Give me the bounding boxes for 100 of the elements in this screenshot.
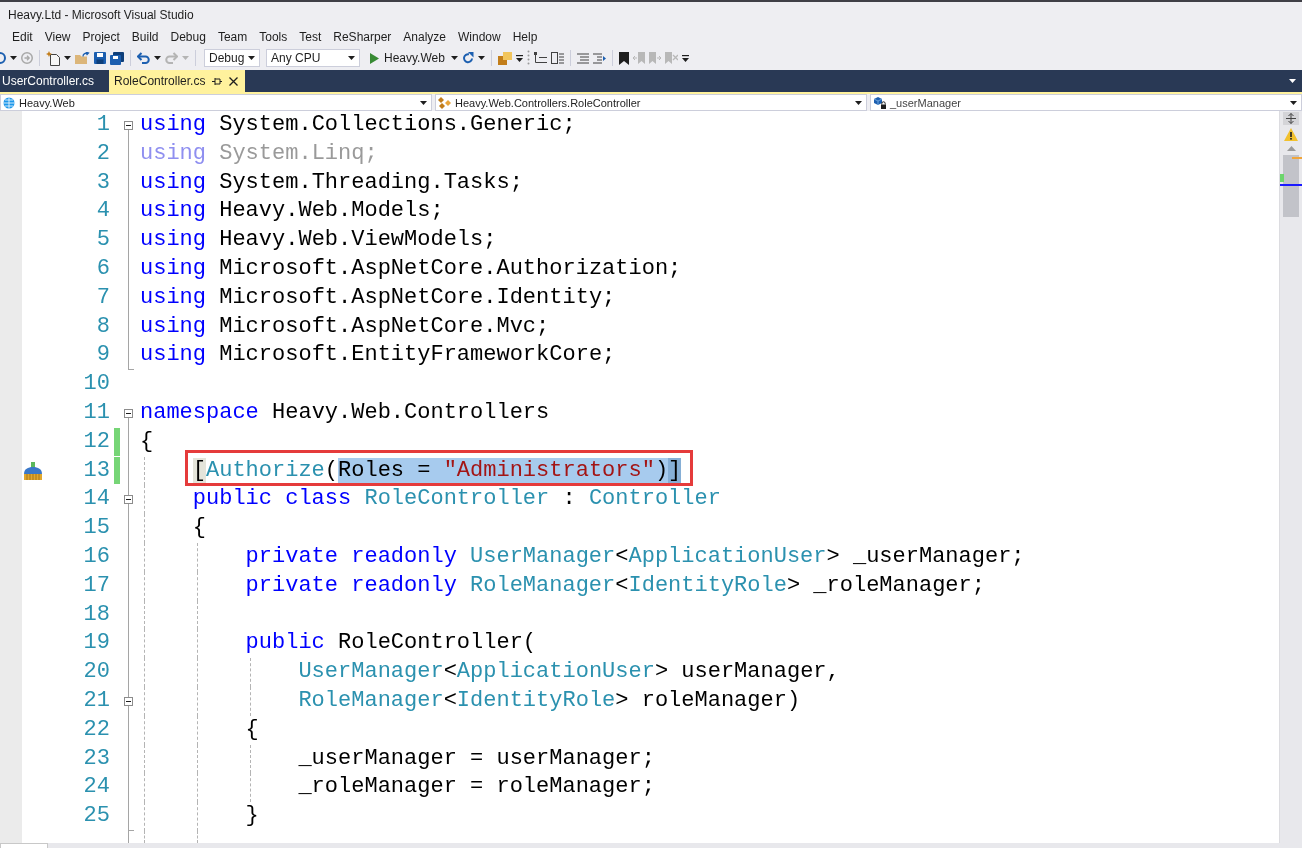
split-handle-icon[interactable]: [1283, 112, 1299, 125]
member-dropdown[interactable]: _userManager: [870, 94, 1302, 111]
code-line: using Heavy.Web.ViewModels;: [140, 226, 497, 255]
start-button[interactable]: Heavy.Web: [368, 48, 447, 68]
code-line: using System.Linq;: [140, 139, 378, 168]
caret-icon[interactable]: [450, 56, 458, 60]
line-number: 19: [83, 629, 110, 658]
code-line: using Microsoft.AspNetCore.Authorization;: [140, 255, 682, 283]
code-line: using System.Collections.Generic;: [140, 111, 576, 139]
line-number: 5: [96, 226, 110, 255]
grip-icon[interactable]: [526, 50, 530, 66]
warning-icon[interactable]: [1284, 128, 1298, 141]
menu-item[interactable]: Build: [125, 28, 165, 46]
menu-item[interactable]: Team: [211, 28, 254, 46]
configuration-dropdown[interactable]: Debug: [204, 49, 260, 67]
caret-icon[interactable]: [154, 56, 161, 60]
code-line: _roleManager = roleManager;: [298, 773, 655, 802]
code-line: namespace Heavy.Web.Controllers: [140, 398, 550, 427]
folder-icon[interactable]: [75, 52, 90, 64]
line-number: 2: [96, 139, 110, 168]
line-number: 15: [83, 514, 110, 543]
menu-item[interactable]: Help: [506, 28, 544, 46]
caret-icon[interactable]: [248, 56, 255, 60]
caret-icon[interactable]: [10, 56, 17, 60]
collapse-icon[interactable]: [124, 696, 133, 706]
platform-dropdown[interactable]: Any CPU: [266, 49, 360, 67]
line-number: 13: [83, 456, 110, 485]
code-line: {: [192, 514, 206, 543]
cube-lock-icon[interactable]: [873, 96, 886, 109]
menu-item[interactable]: Debug: [164, 28, 212, 46]
line-number: 24: [83, 773, 110, 802]
menu-item[interactable]: Edit: [6, 28, 39, 46]
code-line: UserManager<ApplicationUser> userManager,: [298, 658, 840, 687]
collapse-icon[interactable]: [124, 495, 133, 505]
line-number: 18: [83, 600, 110, 629]
pin-icon[interactable]: [212, 76, 223, 86]
caret-icon[interactable]: [1290, 100, 1297, 105]
scrollbar-thumb[interactable]: [1283, 155, 1299, 217]
line-number: 1: [96, 111, 110, 139]
refresh-icon[interactable]: [461, 52, 474, 64]
line-number: 25: [83, 802, 110, 831]
line-number: 9: [96, 341, 110, 370]
toolbar-overflow-icon[interactable]: [515, 54, 523, 62]
globe-icon[interactable]: [3, 96, 15, 109]
line-number: 22: [83, 715, 110, 744]
document-tab[interactable]: UserController.cs: [0, 70, 107, 92]
caret-icon[interactable]: [348, 56, 355, 60]
warning-mark: [1292, 157, 1302, 159]
list-panel-icon[interactable]: [550, 52, 564, 64]
save-all-icon[interactable]: [110, 51, 124, 65]
line-number: 10: [83, 370, 110, 399]
vertical-scrollbar[interactable]: [1279, 111, 1302, 843]
code-line: _userManager = userManager;: [298, 744, 655, 773]
caret-icon[interactable]: [477, 56, 485, 60]
close-icon[interactable]: [229, 76, 239, 86]
tree-list-icon[interactable]: [533, 52, 547, 64]
back-icon[interactable]: [0, 52, 6, 64]
code-line: {: [140, 427, 154, 456]
tiles-icon[interactable]: [497, 51, 512, 65]
collapse-icon[interactable]: [124, 408, 133, 418]
project-dropdown[interactable]: Heavy.Web: [0, 94, 432, 111]
caret-icon[interactable]: [420, 100, 427, 105]
horizontal-scrollbar[interactable]: [0, 843, 1302, 848]
code-line: using Heavy.Web.Models;: [140, 197, 444, 226]
toolbar-overflow-icon[interactable]: [681, 54, 689, 62]
menu-item[interactable]: Analyze: [397, 28, 452, 46]
code-line: using Microsoft.AspNetCore.Identity;: [140, 283, 616, 312]
menu-item[interactable]: View: [38, 28, 77, 46]
menu-item[interactable]: Window: [452, 28, 507, 46]
menu-item[interactable]: Project: [76, 28, 126, 46]
line-number: 12: [83, 427, 110, 456]
brush-icon[interactable]: [23, 461, 43, 480]
play-icon[interactable]: [370, 52, 379, 64]
bookmark-icon[interactable]: [618, 51, 629, 65]
menu-item[interactable]: Tools: [253, 28, 294, 46]
undo-icon[interactable]: [137, 52, 150, 64]
collapse-icon[interactable]: [124, 120, 133, 130]
code-line: {: [245, 715, 259, 744]
line-number: 21: [83, 686, 110, 715]
line-number: 14: [83, 485, 110, 514]
caret-icon[interactable]: [1289, 79, 1296, 83]
document-tab[interactable]: RoleController.cs: [109, 70, 246, 92]
code-line: using Microsoft.AspNetCore.Mvc;: [140, 312, 550, 341]
type-dropdown[interactable]: Heavy.Web.Controllers.RoleController: [435, 94, 867, 111]
code-line: [Authorize(Roles = "Administrators")]: [192, 456, 682, 485]
line-number: 23: [83, 744, 110, 773]
save-icon[interactable]: [94, 52, 106, 64]
lines-arrow-icon[interactable]: [592, 52, 606, 64]
zoom-field[interactable]: [0, 843, 48, 848]
menu-item[interactable]: Test: [293, 28, 328, 46]
caret-icon[interactable]: [64, 56, 71, 60]
diamonds-icon[interactable]: [438, 96, 451, 109]
line-number: 3: [96, 168, 110, 197]
line-number: 20: [83, 658, 110, 687]
menu-item[interactable]: ReSharper: [327, 28, 398, 46]
line-number: 6: [96, 255, 110, 283]
code-line: }: [245, 802, 259, 831]
new-project-icon[interactable]: [46, 50, 60, 66]
code-line: public RoleController(: [245, 629, 537, 658]
caret-icon[interactable]: [855, 100, 862, 105]
